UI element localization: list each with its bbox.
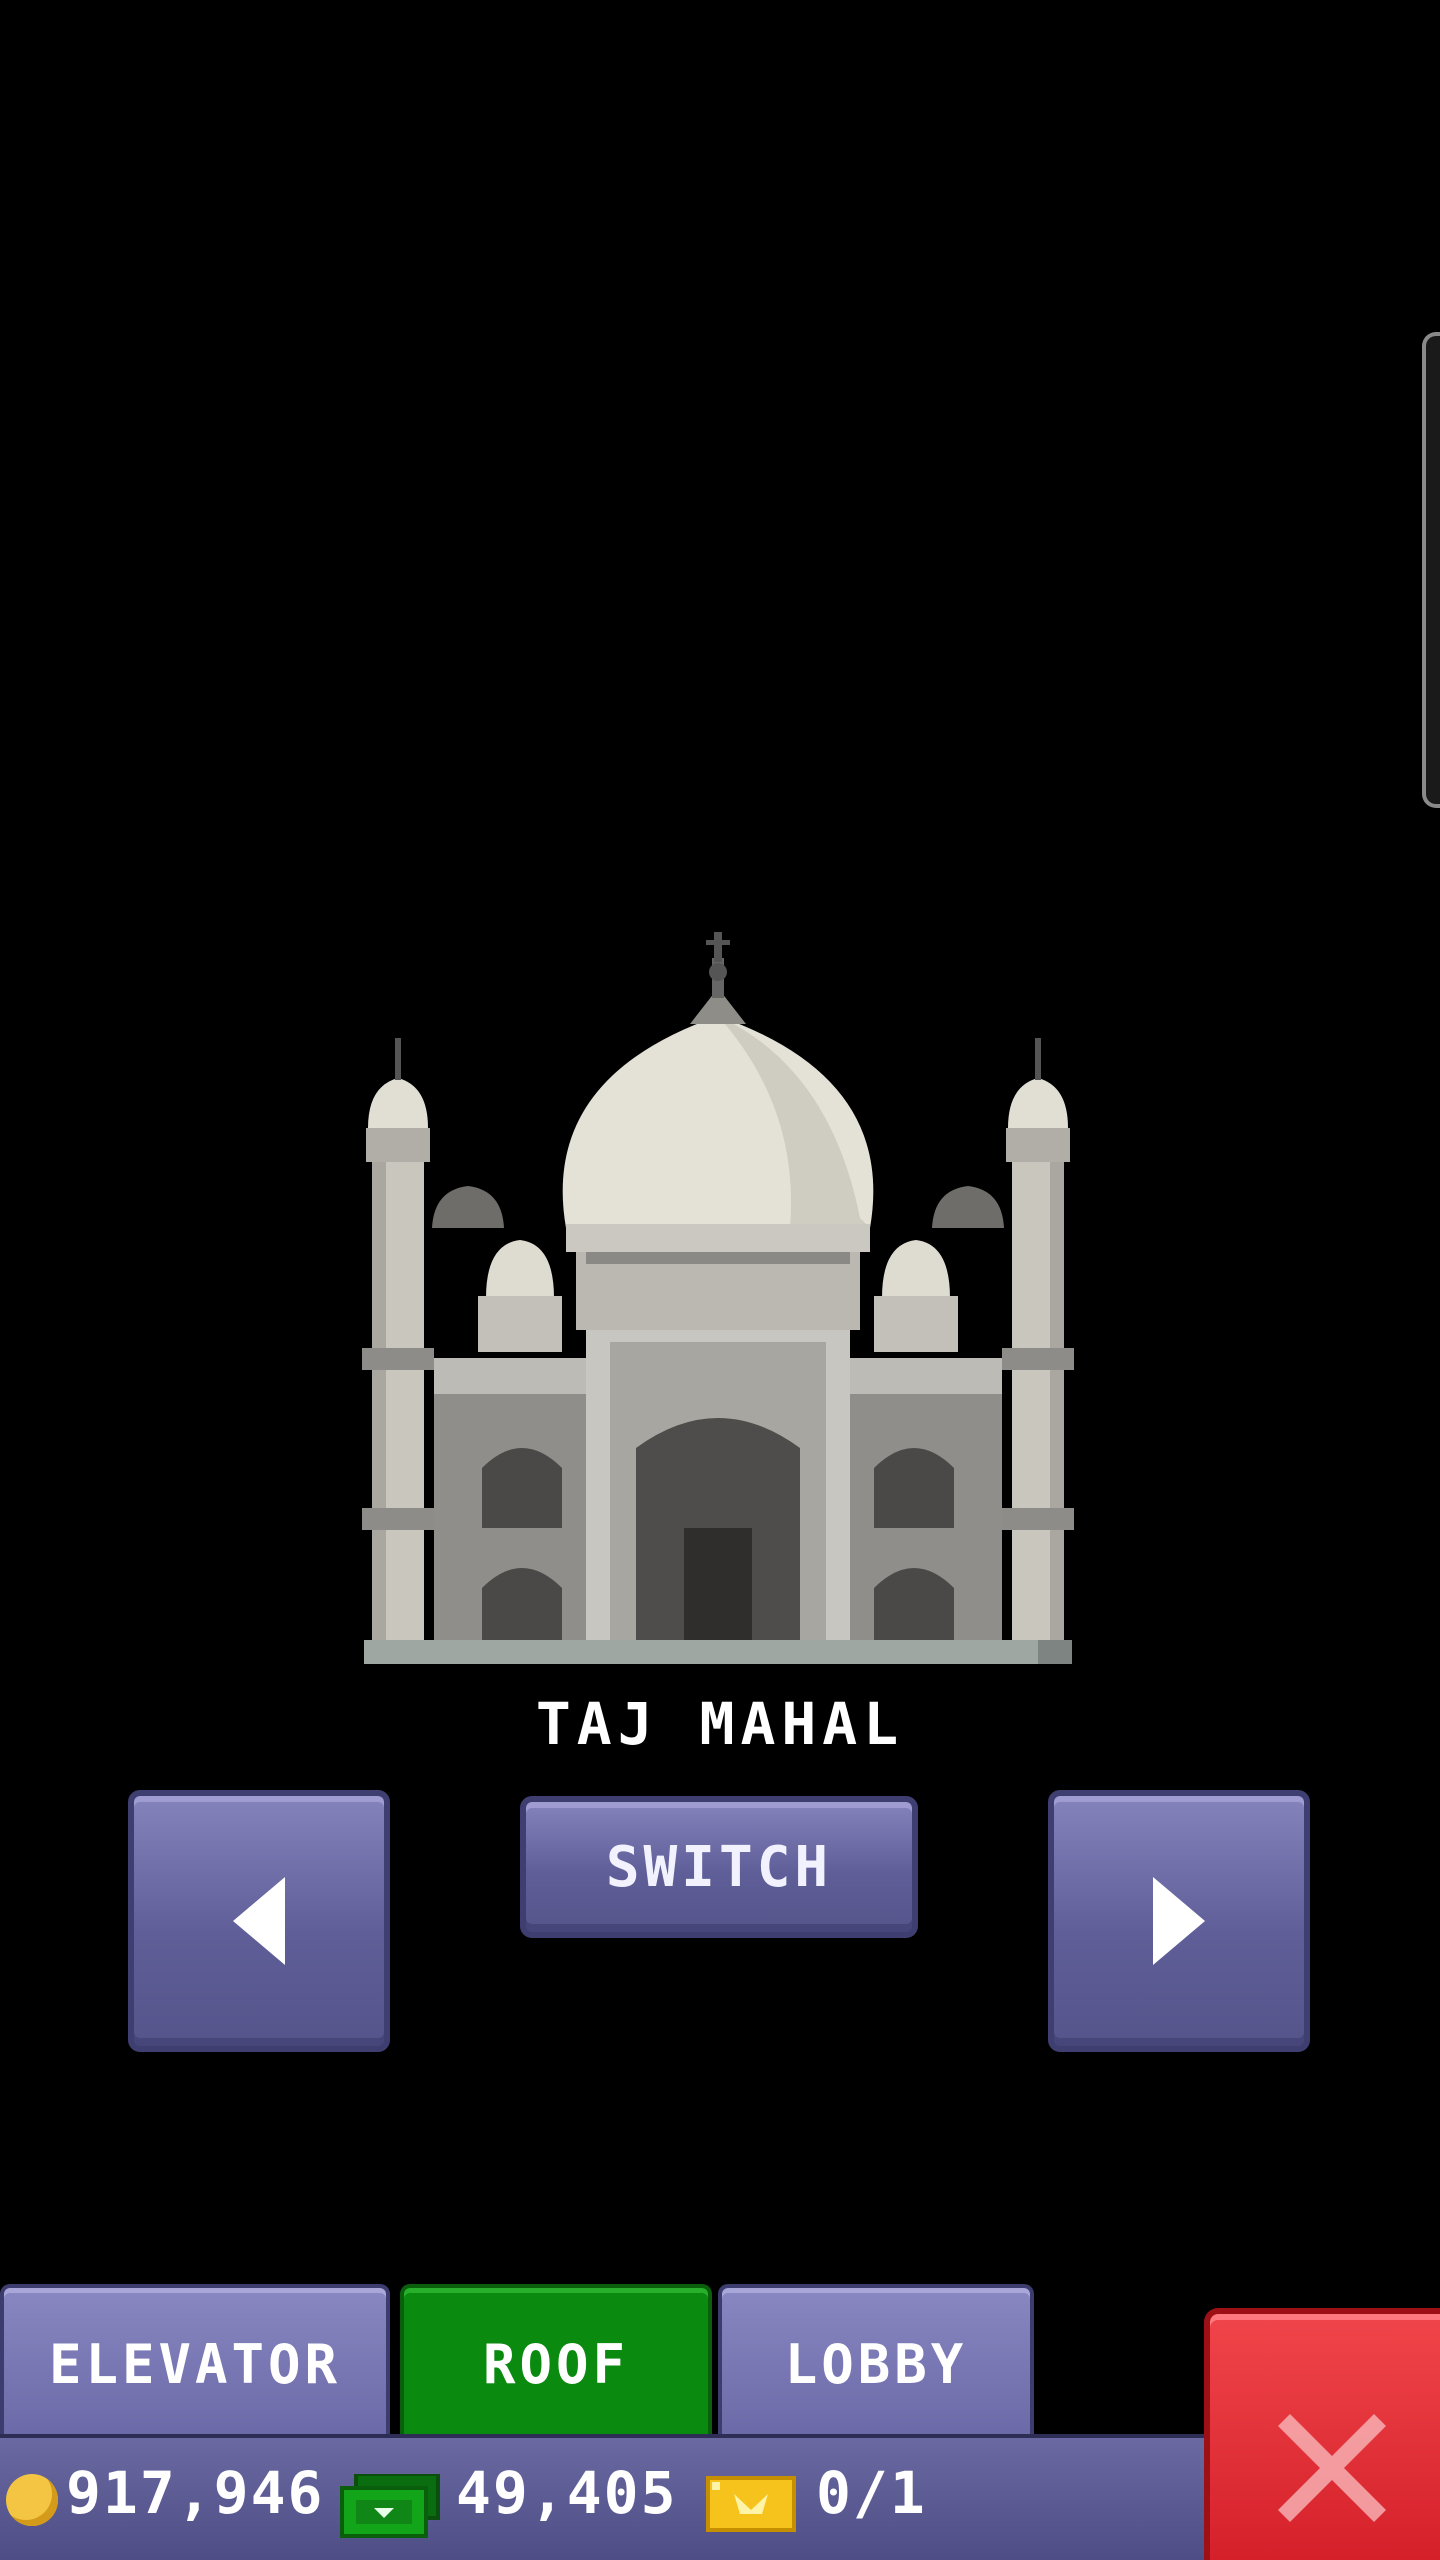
building-name: TAJ MAHAL: [535, 1690, 905, 1758]
tab-lobby[interactable]: LOBBY: [718, 2284, 1034, 2440]
tab-roof[interactable]: ROOF: [400, 2284, 712, 2440]
switch-button[interactable]: SWITCH: [520, 1796, 918, 1938]
coins-count: 917,946: [66, 2459, 325, 2527]
close-button[interactable]: [1204, 2308, 1440, 2560]
building-roof-preview: [360, 928, 1076, 1668]
coin-icon: [6, 2474, 58, 2526]
tickets-count: 0/1: [816, 2459, 927, 2527]
side-scroll-handle[interactable]: [1422, 332, 1440, 808]
bux-icon: [340, 2472, 440, 2538]
bux-count: 49,405: [456, 2459, 678, 2527]
tab-elevator[interactable]: ELEVATOR: [0, 2284, 390, 2440]
next-button[interactable]: [1048, 1790, 1310, 2052]
previous-button[interactable]: [128, 1790, 390, 2052]
triangle-right-icon: [1153, 1877, 1205, 1965]
triangle-left-icon: [233, 1877, 285, 1965]
golden-ticket-icon: [706, 2476, 796, 2532]
close-x-icon: [1278, 2414, 1386, 2522]
